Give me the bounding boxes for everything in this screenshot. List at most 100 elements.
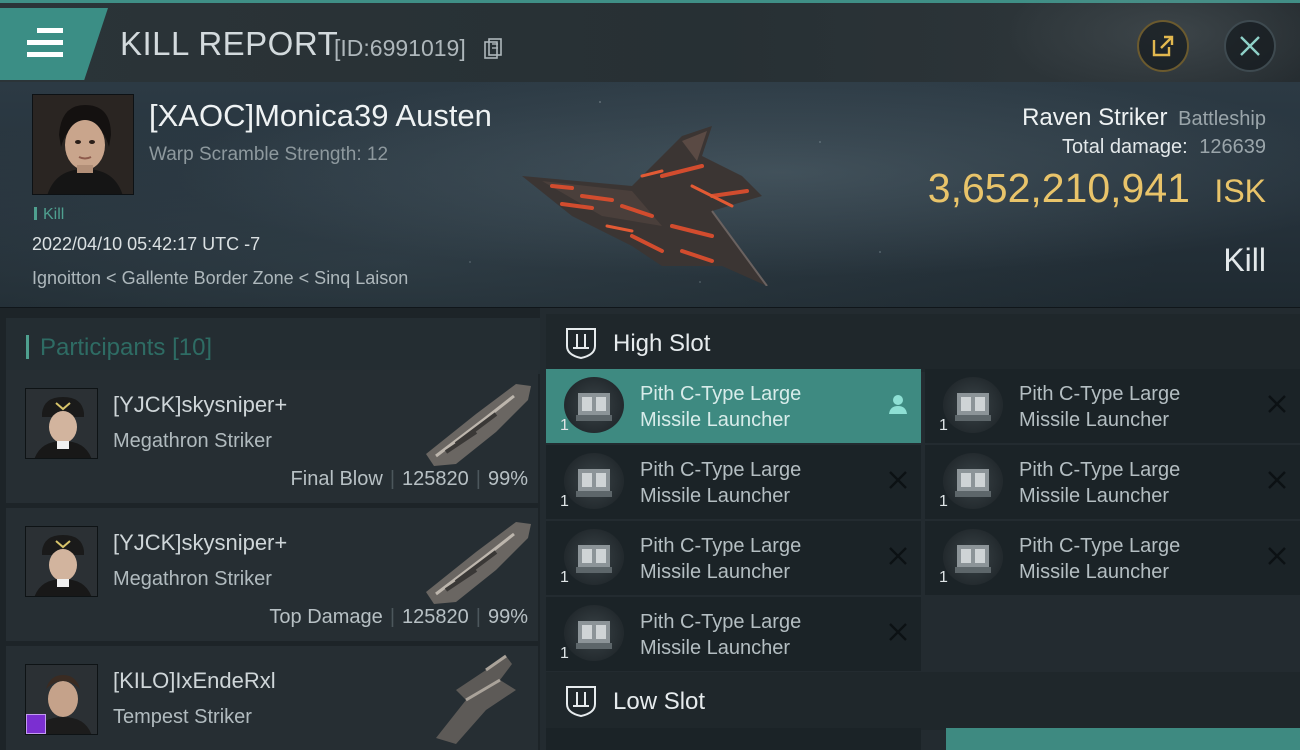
header-bar: KILL REPORT [ID:6991019]: [0, 0, 1300, 103]
participant-role: Top Damage: [269, 606, 383, 628]
missile-launcher-icon: [943, 453, 1003, 509]
close-icon: [1240, 36, 1260, 56]
missile-launcher-icon: [943, 377, 1003, 433]
external-share-icon: [1152, 35, 1174, 57]
destroyed-x-icon: [1268, 547, 1286, 565]
menu-button[interactable]: [0, 8, 108, 80]
participants-header[interactable]: Participants [10]: [6, 318, 540, 374]
module-quantity: 1: [939, 569, 948, 586]
stat-divider: |: [475, 468, 481, 490]
missile-launcher-icon: [564, 605, 624, 661]
module-name: Pith C-Type Large Missile Launcher: [640, 381, 870, 433]
module-name-line1: Pith C-Type Large: [1019, 383, 1181, 405]
participant-percent: 99%: [487, 468, 528, 490]
participants-header-accent: [26, 335, 29, 359]
page-title: KILL REPORT: [120, 25, 339, 62]
module-name-line2: Missile Launcher: [1019, 485, 1170, 507]
high-slot-title: High Slot: [613, 330, 711, 357]
copy-icon[interactable]: [484, 38, 502, 60]
participant-card[interactable]: [YJCK]skysniper+ Megathron Striker Final…: [6, 370, 538, 503]
close-button[interactable]: [1224, 20, 1276, 72]
participant-stats: Top Damage | 125820 | 99%: [269, 606, 528, 629]
module-name-line2: Missile Launcher: [640, 485, 791, 507]
module-name-line1: Pith C-Type Large: [640, 535, 802, 557]
module-item[interactable]: 1 Pith C-Type Large Missile Launcher: [925, 445, 1300, 519]
module-quantity: 1: [939, 417, 948, 434]
participant-ship-image: [426, 384, 531, 466]
pilot-icon: [889, 395, 907, 414]
destroyed-x-icon: [889, 471, 907, 489]
total-damage-label: Total damage:: [1062, 136, 1188, 158]
isk-value: 3,652,210,941: [927, 165, 1190, 211]
module-name-line2: Missile Launcher: [640, 637, 791, 659]
module-name: Pith C-Type Large Missile Launcher: [1019, 381, 1249, 433]
low-slot-module-partial[interactable]: [546, 728, 921, 750]
participant-name: [KILO]IxEndeRxl: [113, 668, 276, 693]
module-name: Pith C-Type Large Missile Launcher: [640, 609, 870, 661]
participant-avatar[interactable]: [25, 664, 98, 735]
module-name-line2: Missile Launcher: [640, 409, 791, 431]
stat-divider: |: [389, 468, 396, 490]
low-slot-title: Low Slot: [613, 688, 706, 715]
participant-stats: Final Blow | 125820 | 99%: [291, 468, 528, 491]
stat-divider: |: [475, 606, 481, 628]
missile-launcher-icon: [564, 377, 624, 433]
participant-card[interactable]: [KILO]IxEndeRxl Tempest Striker: [6, 646, 538, 750]
module-name: Pith C-Type Large Missile Launcher: [1019, 457, 1249, 509]
module-name-line2: Missile Launcher: [640, 561, 791, 583]
share-button[interactable]: [1137, 20, 1189, 72]
module-name-line1: Pith C-Type Large: [640, 459, 802, 481]
destroyed-x-icon: [1268, 471, 1286, 489]
missile-launcher-icon: [943, 529, 1003, 585]
stat-divider: |: [389, 606, 396, 628]
participant-avatar[interactable]: [25, 388, 98, 459]
participant-ship: Tempest Striker: [113, 706, 252, 728]
participant-role: Final Blow: [290, 468, 383, 490]
victim-ship-name[interactable]: Raven Striker: [1022, 104, 1167, 131]
fitting-panel: High Slot 1 Pith C-Type Large Missile Lau…: [540, 308, 1300, 750]
high-slot-icon: [566, 328, 596, 360]
victim-avatar[interactable]: [32, 94, 134, 195]
victim-name[interactable]: [XAOC]Monica39 Austen: [149, 98, 492, 134]
participant-damage: 125820: [402, 606, 469, 628]
module-name: Pith C-Type Large Missile Launcher: [640, 533, 870, 585]
module-item[interactable]: 1 Pith C-Type Large Missile Launcher: [925, 521, 1300, 595]
module-name-line2: Missile Launcher: [1019, 409, 1170, 431]
module-item[interactable]: 1 Pith C-Type Large Missile Launcher: [546, 445, 921, 519]
module-item[interactable]: 1 Pith C-Type Large Missile Launcher: [546, 369, 921, 443]
participants-label: Participants: [40, 334, 166, 361]
high-slot-header: High Slot: [546, 314, 1300, 372]
report-id: [ID:6991019]: [334, 35, 466, 61]
total-damage-value: 126639: [1199, 136, 1266, 158]
module-item[interactable]: 1 Pith C-Type Large Missile Launcher: [546, 521, 921, 595]
participant-ship: Megathron Striker: [113, 568, 272, 590]
isk-unit: ISK: [1214, 173, 1266, 209]
kill-location[interactable]: Ignoitton < Gallente Border Zone < Sinq …: [32, 268, 408, 289]
destroyed-x-icon: [889, 623, 907, 641]
module-name-line1: Pith C-Type Large: [1019, 535, 1181, 557]
victim-banner: [XAOC]Monica39 Austen Warp Scramble Stre…: [0, 82, 1300, 308]
low-slot-header: Low Slot: [546, 672, 1300, 730]
module-item[interactable]: 1 Pith C-Type Large Missile Launcher: [546, 597, 921, 671]
module-quantity: 1: [560, 493, 569, 510]
module-quantity: 1: [560, 417, 569, 434]
participant-card[interactable]: [YJCK]skysniper+ Megathron Striker Top D…: [6, 508, 538, 641]
participant-avatar[interactable]: [25, 526, 98, 597]
kill-report-window: KILL REPORT [ID:6991019] [XAOC]Monica39 …: [0, 0, 1300, 750]
module-quantity: 1: [560, 569, 569, 586]
participants-count: [10]: [172, 334, 213, 361]
module-name-line2: Missile Launcher: [1019, 561, 1170, 583]
destroyed-x-icon: [1268, 395, 1286, 413]
participants-panel: Participants [10] [YJCK]skysniper+ Megat…: [0, 308, 540, 750]
module-item[interactable]: 1 Pith C-Type Large Missile Launcher: [925, 369, 1300, 443]
corp-badge-icon: [26, 714, 46, 734]
module-name-line1: Pith C-Type Large: [640, 611, 802, 633]
missile-launcher-icon: [564, 453, 624, 509]
victim-ship-class: Battleship: [1178, 108, 1266, 130]
module-name-line1: Pith C-Type Large: [1019, 459, 1181, 481]
low-slot-module-partial[interactable]: [946, 728, 1300, 750]
module-quantity: 1: [939, 493, 948, 510]
module-name: Pith C-Type Large Missile Launcher: [1019, 533, 1249, 585]
victim-ship-image: [522, 126, 768, 286]
kill-datetime: 2022/04/10 05:42:17 UTC -7: [32, 234, 261, 254]
